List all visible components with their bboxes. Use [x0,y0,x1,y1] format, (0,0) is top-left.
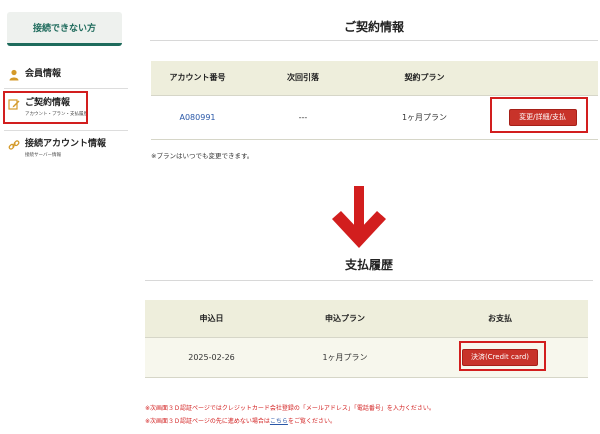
plan-change-note: ※プランはいつでも変更できます。 [151,152,254,160]
sidebar-item-connection-account[interactable]: 接続アカウント情報 接続サーバー情報 [8,138,106,158]
sidebar-item-label: 接続アカウント情報 [25,139,107,149]
next-withdrawal-cell: --- [244,95,362,140]
table-header-row: 申込日 申込プラン お支払 [145,300,588,338]
highlight-box-change-button [490,97,588,133]
column-header: 契約プラン [362,61,487,96]
column-header: アカウント番号 [151,61,244,96]
column-header: お支払 [412,300,588,338]
link-icon [8,140,20,150]
user-icon [9,69,19,81]
sidebar-item-label: 会員情報 [25,69,62,79]
3d-auth-help-note: ※次画面３Ｄ認証ページの先に進めない場合はこちらをご覧ください。 [145,418,336,425]
account-number-link[interactable]: A080991 [151,95,244,140]
sidebar-item-member-info[interactable]: 会員情報 [8,68,61,81]
application-plan-cell: 1ヶ月プラン [278,337,412,378]
highlight-box-pay-button [459,341,546,371]
title-rule [145,280,593,281]
column-header [487,61,598,96]
sidebar-item-sublabel: 接続サーバー情報 [25,153,61,158]
section-title-payment: 支払履歴 [344,258,393,272]
cannot-connect-button[interactable]: 接続できない方 [7,12,122,46]
plan-cell: 1ヶ月プラン [362,95,487,140]
application-date-cell: 2025-02-26 [145,337,278,378]
column-header: 次回引落 [244,61,362,96]
help-link[interactable]: こちら [270,418,288,425]
highlight-box-contract [3,91,88,124]
title-rule [150,40,598,41]
divider [4,130,128,131]
page-title: ご契約情報 [343,20,404,34]
sidebar: 接続できない方 会員情報 ご契約情報 アカウント・プラン・支払履歴 接続アカウン… [0,0,132,168]
column-header: 申込日 [145,300,278,338]
arrow-down-icon [332,186,386,248]
divider [4,88,128,89]
3d-auth-note: ※次画面３Ｄ認証ページではクレジットカード会社登録の「メールアドレス」「電話番号… [145,405,435,412]
table-header-row: アカウント番号 次回引落 契約プラン [151,61,598,96]
column-header: 申込プラン [278,300,412,338]
